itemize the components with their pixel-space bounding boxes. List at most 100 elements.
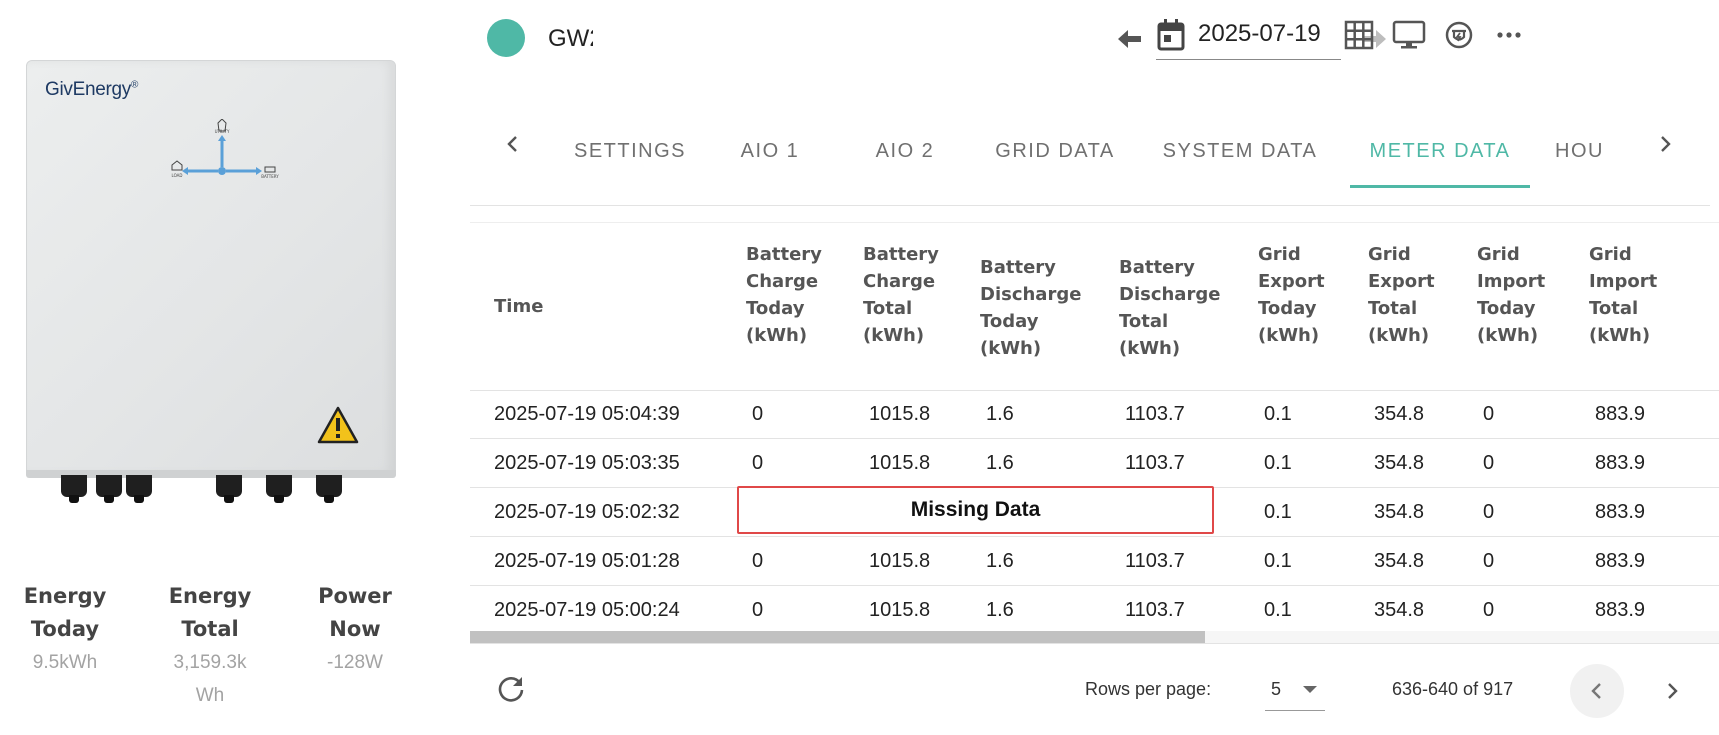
header-line: Time [494,296,544,317]
horizontal-scrollbar[interactable] [470,631,1719,643]
stat-label: Power [318,584,392,608]
cell-time: 2025-07-19 05:04:39 [494,403,680,425]
cell: 0 [1483,501,1495,523]
brand-name: GivEnergy [45,79,132,100]
col-header-grid-export-total: Grid Export Total (kWh) [1368,241,1435,349]
header-line: (kWh) [1477,325,1539,346]
tab-settings[interactable]: SETTINGS [550,115,710,190]
chevron-right-icon [1668,683,1678,699]
header-line: Charge [863,271,936,292]
header-line: (kWh) [1368,325,1430,346]
header-line: Grid [1589,244,1632,265]
cell: 1015.8 [869,452,931,474]
stat-energy-total: Energy Total 3,159.3k Wh [145,580,275,712]
tab-aio-1[interactable]: AIO 1 [710,115,830,190]
cell: 0 [752,452,764,474]
cell: 1103.7 [1125,550,1185,572]
cell-time: 2025-07-19 05:01:28 [494,550,680,572]
connector [216,475,242,503]
tab-scroll-left[interactable] [498,129,528,159]
meter-data-table: Time Battery Charge Today (kWh) Battery … [470,222,1719,727]
header-line: Discharge [1119,284,1221,305]
device-status-avatar [487,19,525,57]
cell: 0 [1483,599,1495,621]
refresh-icon[interactable] [496,674,526,704]
connector [126,475,152,503]
cell: 0 [752,599,764,621]
next-page-button[interactable] [1645,664,1699,718]
header-line: Today [1477,298,1536,319]
tab-system-data[interactable]: SYSTEM DATA [1150,115,1330,190]
header-line: Grid [1368,244,1411,265]
cable-connectors [56,475,376,505]
table-pagination: Rows per page: 5 636-640 of 917 [470,643,1719,727]
tab-grid-data[interactable]: GRID DATA [980,115,1130,190]
cell: 1.6 [986,403,1014,425]
cell: 354.8 [1374,550,1425,572]
header-line: Today [1258,298,1317,319]
grid-icon [1344,20,1374,50]
arrow-left-icon[interactable] [1114,24,1144,54]
cell: 354.8 [1374,403,1425,425]
tab-scroll-right[interactable] [1650,129,1680,159]
header-line: Battery [1119,257,1195,278]
chevron-right-icon [1661,136,1671,152]
table-row: 2025-07-19 05:03:35 0 1015.8 1.6 1103.7 … [470,440,1719,488]
date-picker[interactable]: 2025-07-19 [1156,16,1341,60]
header-line: (kWh) [746,325,808,346]
cell: 883.9 [1595,452,1646,474]
header-line: Today [746,298,805,319]
cell: 0.1 [1264,599,1292,621]
inverter-body: GivEnergy® UTILITY LOAD BATTERY [26,60,396,475]
col-header-time: Time [494,293,543,320]
cell: 1015.8 [869,403,931,425]
header-line: (kWh) [1258,325,1320,346]
selected-date[interactable]: 2025-07-19 [1198,20,1321,48]
stat-power-now: Power Now -128W [290,580,420,679]
more-options-button[interactable] [1490,16,1528,54]
col-header-grid-import-today: Grid Import Today (kWh) [1477,241,1545,349]
missing-data-label: Missing Data [910,498,1041,521]
diagram-utility-label: UTILITY [215,129,230,134]
cell: 1103.7 [1125,452,1185,474]
table-row: 2025-07-19 05:04:39 0 1015.8 1.6 1103.7 … [470,391,1719,439]
tab-meter-data[interactable]: METER DATA [1350,115,1530,190]
connector [96,475,122,503]
tab-hou[interactable]: HOU [1555,115,1625,190]
header-line: (kWh) [980,338,1042,359]
stat-label: Energy [23,584,107,608]
brand-logo: GivEnergy® [45,79,138,101]
cell: 883.9 [1595,501,1646,523]
previous-page-button[interactable] [1570,664,1624,718]
cell: 1103.7 [1125,403,1185,425]
cell: 1.6 [986,452,1014,474]
grid-view-button[interactable] [1340,16,1378,54]
cell: 1103.7 [1125,599,1185,621]
flow-diagram-icon: UTILITY LOAD BATTERY [171,119,279,179]
rows-per-page-select[interactable]: 5 [1265,669,1325,711]
device-panel: GivEnergy® UTILITY LOAD BATTERY Energy T… [0,0,430,735]
cell: 0.1 [1264,501,1292,523]
header-line: Export [1368,271,1435,292]
header-line: Grid [1258,244,1301,265]
header-line: (kWh) [863,325,925,346]
diagram-load-label: LOAD [172,173,183,178]
col-header-battery-charge-today: Battery Charge Today (kWh) [746,241,822,349]
cell: 354.8 [1374,501,1425,523]
cell: 0 [752,550,764,572]
cell: 883.9 [1595,403,1646,425]
header-line: Total [1589,298,1639,319]
scrollbar-thumb[interactable] [470,631,1205,643]
header-line: Total [1368,298,1418,319]
stat-value: -128W [327,652,383,673]
header-line: Discharge [980,284,1082,305]
tab-aio-2[interactable]: AIO 2 [840,115,970,190]
cell: 883.9 [1595,599,1646,621]
header-line: Import [1477,271,1546,292]
charger-button[interactable] [1440,16,1478,54]
monitor-icon [1392,20,1426,49]
monitor-button[interactable] [1390,16,1428,54]
col-header-grid-export-today: Grid Export Today (kWh) [1258,241,1325,349]
connector [266,475,292,503]
tabs-divider [470,205,1710,206]
